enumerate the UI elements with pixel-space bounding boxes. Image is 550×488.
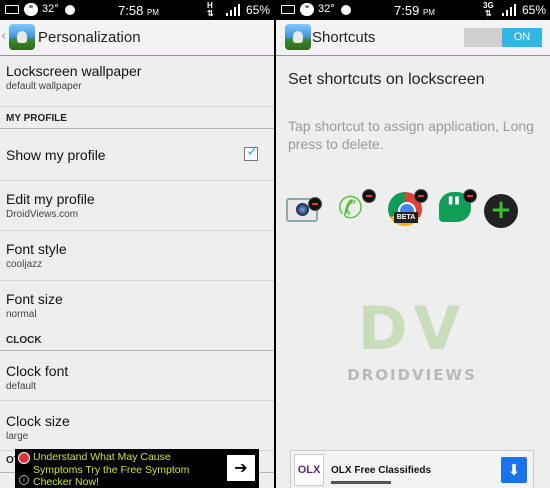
camera-icon[interactable] (286, 197, 322, 222)
remove-icon[interactable] (308, 197, 322, 211)
ad-progress-bar (331, 481, 391, 484)
item-subtitle: default (6, 381, 37, 392)
item-title: Lockscreen wallpaper (6, 63, 142, 79)
item-subtitle: default wallpaper (6, 81, 82, 92)
clock: 7:58 PM (118, 3, 159, 18)
keyboard-icon (281, 5, 295, 14)
app-icon[interactable] (9, 24, 35, 50)
page-title: Personalization (38, 29, 141, 46)
item-subtitle: DroidViews.com (6, 209, 79, 220)
hangouts-notification-icon: " (24, 3, 38, 16)
item-subtitle: large (6, 431, 29, 442)
ad-banner[interactable]: OLX OLX Free Classifieds ⬇ (290, 450, 534, 488)
shortcuts-screen: " 32° 7:59 PM 3G ⇅ 65% Shortcuts ON Set … (276, 0, 550, 488)
network-arrows-icon: ⇅ (207, 9, 214, 18)
edit-my-profile-item[interactable]: Edit my profile DroidViews.com (0, 181, 274, 231)
personalization-screen: " 32° 7:58 PM H ⇅ 65% ‹ Personalization … (0, 0, 274, 488)
app-icon[interactable] (285, 24, 311, 50)
keyboard-icon (5, 5, 19, 14)
item-subtitle: normal (6, 309, 37, 320)
remove-icon[interactable] (463, 189, 477, 203)
item-title: Font style (6, 241, 67, 257)
battery-percent: 65% (246, 3, 271, 17)
up-caret-icon[interactable]: ‹ (1, 29, 6, 44)
action-bar: ‹ Personalization (0, 20, 274, 56)
remove-icon[interactable] (414, 189, 428, 203)
font-size-item[interactable]: Font size normal (0, 281, 274, 329)
page-title: Shortcuts (312, 29, 376, 46)
action-bar: Shortcuts ON (276, 20, 550, 56)
weather-icon (341, 5, 351, 15)
font-style-item[interactable]: Font style cooljazz (0, 231, 274, 281)
shortcuts-heading: Set shortcuts on lockscreen (288, 71, 485, 88)
temperature: 32° (42, 3, 59, 15)
clock: 7:59 PM (394, 3, 435, 18)
quote-glyph: " (446, 191, 462, 226)
toggle-on-label: ON (502, 28, 542, 47)
ad-text: Understand What May Cause Symptoms Try t… (33, 451, 190, 488)
watermark-text: DROIDVIEWS (347, 366, 477, 384)
phone-icon[interactable]: ✆ (336, 189, 376, 226)
weather-icon (65, 5, 75, 15)
status-bar: " 32° 7:58 PM H ⇅ 65% (0, 0, 274, 20)
battery-percent: 65% (522, 3, 547, 17)
temperature: 32° (318, 3, 335, 15)
signal-icon (502, 4, 516, 16)
clock-font-item[interactable]: Clock font default (0, 351, 274, 401)
watermark-logo: DV (357, 294, 467, 364)
item-title: Font size (6, 291, 63, 307)
ad-banner[interactable]: i Understand What May Cause Symptoms Try… (15, 449, 259, 488)
clock-size-item[interactable]: Clock size large (0, 401, 274, 451)
download-icon[interactable]: ⬇ (501, 457, 527, 483)
item-title: Clock size (6, 413, 70, 429)
add-icon[interactable]: + (484, 194, 518, 228)
status-bar: " 32° 7:59 PM 3G ⇅ 65% (276, 0, 550, 20)
show-my-profile-item[interactable]: Show my profile ✓ (0, 129, 274, 181)
item-title: Edit my profile (6, 191, 95, 207)
category-my-profile: MY PROFILE (0, 107, 274, 129)
droidviews-watermark: DV DROIDVIEWS (332, 294, 492, 384)
remove-icon[interactable] (362, 189, 376, 203)
ad-title: OLX Free Classifieds (331, 465, 432, 476)
handset-glyph: ✆ (338, 191, 364, 226)
shortcuts-toggle[interactable]: ON (464, 28, 542, 47)
category-clock: CLOCK (0, 329, 274, 351)
check-icon: ✓ (246, 142, 259, 160)
lockscreen-wallpaper-item[interactable]: Lockscreen wallpaper default wallpaper (0, 57, 274, 107)
shortcuts-hint: Tap shortcut to assign application, Long… (288, 118, 534, 152)
beta-badge: BETA (394, 212, 418, 223)
network-arrows-icon: ⇅ (485, 9, 492, 18)
olx-logo: OLX (294, 454, 324, 486)
hangouts-icon[interactable]: " (439, 189, 477, 226)
hangouts-notification-icon: " (300, 3, 314, 16)
item-subtitle: cooljazz (6, 259, 43, 270)
item-title: Show my profile (6, 147, 106, 163)
chrome-beta-icon[interactable]: BETA (388, 189, 428, 226)
ad-info-icon[interactable]: i (19, 475, 29, 485)
ad-logo-icon (18, 452, 30, 464)
settings-list: Lockscreen wallpaper default wallpaper M… (0, 57, 274, 473)
arrow-right-icon[interactable]: ➔ (227, 455, 255, 481)
signal-icon (226, 4, 240, 16)
item-title: Clock font (6, 363, 69, 379)
